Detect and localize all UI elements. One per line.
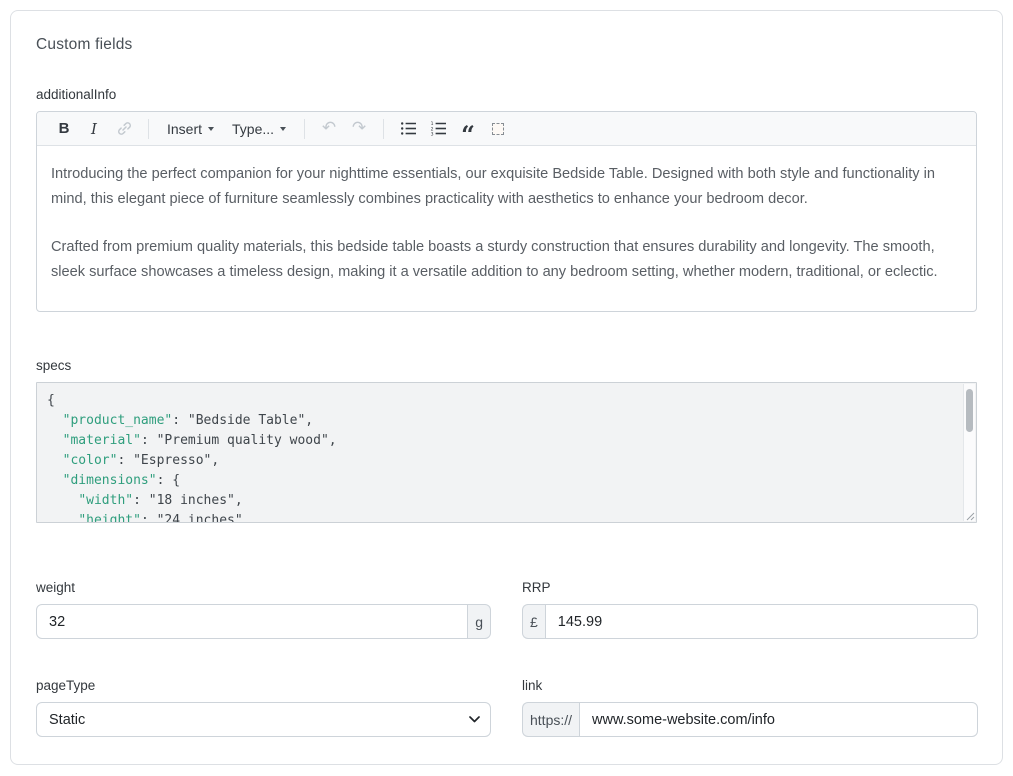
editor-paragraph: Crafted from premium quality materials, …: [51, 235, 961, 284]
chevron-down-icon: [208, 127, 214, 131]
additionalinfo-label: additionalInfo: [36, 87, 977, 102]
chevron-down-icon: [280, 127, 286, 131]
block-element-icon: [492, 123, 504, 135]
pagetype-select[interactable]: Static: [36, 702, 491, 737]
specs-label: specs: [36, 358, 977, 373]
undo-button[interactable]: ↶: [315, 115, 343, 143]
weight-unit-addon: g: [468, 604, 491, 639]
additionalinfo-field: additionalInfo B I Insert: [36, 87, 977, 312]
weight-input[interactable]: [36, 604, 468, 639]
link-button[interactable]: [110, 115, 138, 143]
pagetype-label: pageType: [36, 678, 491, 693]
toolbar-divider: [383, 119, 384, 139]
rrp-input[interactable]: [545, 604, 978, 639]
currency-addon: £: [522, 604, 545, 639]
numbered-list-icon: 123: [430, 120, 447, 137]
link-label: link: [522, 678, 978, 693]
link-input[interactable]: [579, 702, 978, 737]
specs-code-editor[interactable]: { "product_name": "Bedside Table", "mate…: [36, 382, 977, 523]
redo-button[interactable]: ↷: [345, 115, 373, 143]
rrp-label: RRP: [522, 580, 978, 595]
weight-label: weight: [36, 580, 491, 595]
weight-field: weight g: [36, 580, 491, 639]
link-field: link https://: [522, 678, 978, 737]
resize-handle-icon[interactable]: [964, 510, 975, 521]
pagetype-field: pageType Static: [36, 678, 491, 737]
scrollbar-thumb[interactable]: [966, 389, 973, 432]
editor-toolbar: B I Insert Type...: [37, 112, 976, 146]
numbered-list-button[interactable]: 123: [424, 115, 452, 143]
bullet-list-button[interactable]: [394, 115, 422, 143]
type-dropdown[interactable]: Type...: [224, 115, 294, 143]
fields-grid: weight g RRP £ pageType Static: [36, 580, 977, 737]
custom-fields-panel: Custom fields additionalInfo B I Insert: [10, 10, 1003, 765]
bullet-list-icon: [400, 120, 417, 137]
block-element-button[interactable]: [484, 115, 512, 143]
rich-text-editor: B I Insert Type...: [36, 111, 977, 312]
editor-content[interactable]: Introducing the perfect companion for yo…: [37, 146, 976, 311]
specs-code-content: { "product_name": "Bedside Table", "mate…: [37, 383, 976, 523]
toolbar-divider: [148, 119, 149, 139]
vertical-scrollbar[interactable]: [963, 384, 975, 521]
undo-icon: ↶: [322, 120, 336, 137]
rrp-field: RRP £: [522, 580, 978, 639]
svg-text:2: 2: [430, 126, 433, 132]
link-icon: [116, 120, 133, 137]
redo-icon: ↷: [352, 120, 366, 137]
protocol-addon: https://: [522, 702, 579, 737]
blockquote-icon: “: [461, 130, 475, 140]
type-dropdown-label: Type...: [232, 121, 274, 137]
bold-button[interactable]: B: [50, 115, 78, 143]
svg-text:1: 1: [430, 121, 433, 127]
editor-paragraph: Introducing the perfect companion for yo…: [51, 162, 961, 211]
page-title: Custom fields: [36, 36, 977, 54]
specs-field: specs { "product_name": "Bedside Table",…: [36, 358, 977, 523]
toolbar-divider: [304, 119, 305, 139]
italic-button[interactable]: I: [80, 115, 108, 143]
svg-text:3: 3: [430, 132, 433, 137]
insert-dropdown[interactable]: Insert: [159, 115, 222, 143]
insert-dropdown-label: Insert: [167, 121, 202, 137]
blockquote-button[interactable]: “: [454, 115, 482, 143]
